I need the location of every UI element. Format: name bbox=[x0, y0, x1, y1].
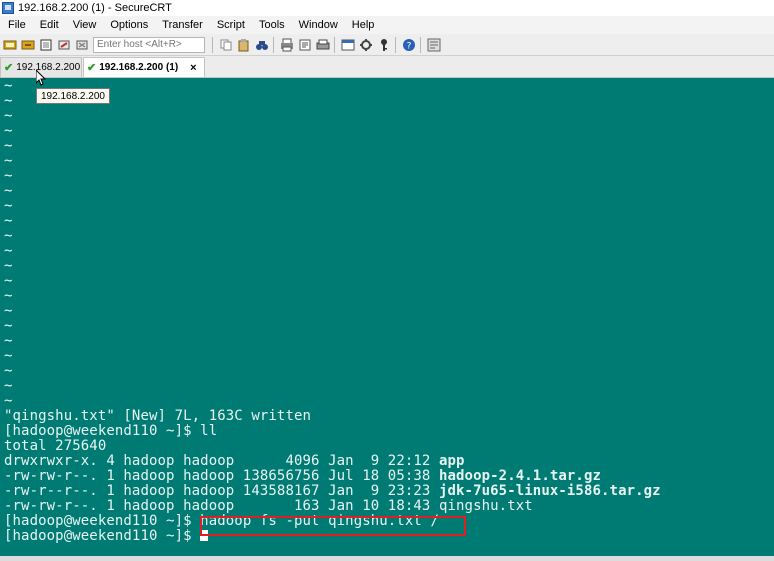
paste-icon[interactable] bbox=[236, 37, 252, 53]
title-bar: 192.168.2.200 (1) - SecureCRT bbox=[0, 0, 774, 16]
menu-transfer[interactable]: Transfer bbox=[154, 19, 209, 31]
listing-meta: -rw-rw-r--. 1 hadoop hadoop 138656756 Ju… bbox=[4, 468, 439, 484]
vim-tilde-line: ~ bbox=[4, 363, 13, 379]
connect-in-tab-icon[interactable] bbox=[38, 37, 54, 53]
listing-name: hadoop-2.4.1.tar.gz bbox=[438, 468, 602, 484]
vim-tilde-line: ~ bbox=[4, 393, 13, 409]
host-input[interactable] bbox=[93, 36, 205, 53]
listing-name: jdk-7u65-linux-i586.tar.gz bbox=[438, 483, 661, 499]
quick-connect-icon[interactable] bbox=[20, 37, 36, 53]
vim-tilde-line: ~ bbox=[4, 198, 13, 214]
listing-row: drwxrwxr-x. 4 hadoop hadoop 4096 Jan 9 2… bbox=[4, 454, 465, 469]
menu-edit[interactable]: Edit bbox=[32, 19, 65, 31]
connect-icon[interactable] bbox=[2, 37, 18, 53]
vim-tilde-line: ~ bbox=[4, 318, 13, 334]
listing-meta: -rw-rw-r--. 1 hadoop hadoop 163 Jan 10 1… bbox=[4, 498, 439, 514]
vim-tilde-line: ~ bbox=[4, 138, 13, 154]
session-tab-bar: ✔ 192.168.2.200 ✔ 192.168.2.200 (1) × bbox=[0, 56, 774, 78]
keymap-icon[interactable] bbox=[426, 37, 442, 53]
print-icon[interactable] bbox=[279, 37, 295, 53]
vim-tilde-line: ~ bbox=[4, 348, 13, 364]
print-setup-icon[interactable] bbox=[315, 37, 331, 53]
shell-prompt: [hadoop@weekend110 ~]$ bbox=[4, 423, 201, 439]
tab-label: 192.168.2.200 bbox=[16, 62, 81, 73]
disconnect-icon[interactable] bbox=[74, 37, 90, 53]
command-ll: ll bbox=[200, 423, 218, 439]
listing-meta: drwxrwxr-x. 4 hadoop hadoop 4096 Jan 9 2… bbox=[4, 453, 439, 469]
vim-tilde-line: ~ bbox=[4, 168, 13, 184]
tab-tooltip: 192.168.2.200 bbox=[36, 88, 110, 104]
listing-name: app bbox=[438, 453, 465, 469]
vim-tilde-line: ~ bbox=[4, 213, 13, 229]
tab-session-2[interactable]: ✔ 192.168.2.200 (1) × bbox=[83, 57, 205, 77]
toolbar-separator bbox=[334, 36, 335, 53]
menu-script[interactable]: Script bbox=[209, 19, 251, 31]
listing-name: qingshu.txt bbox=[438, 498, 533, 514]
listing-row: -rw-r--r--. 1 hadoop hadoop 143588167 Ja… bbox=[4, 484, 661, 499]
help-icon[interactable]: ? bbox=[401, 37, 417, 53]
print-selection-icon[interactable] bbox=[297, 37, 313, 53]
close-tab-icon[interactable]: × bbox=[190, 62, 196, 74]
vim-tilde-line: ~ bbox=[4, 78, 13, 94]
vim-tilde-line: ~ bbox=[4, 153, 13, 169]
status-bar bbox=[0, 556, 774, 561]
securecrt-app-icon bbox=[2, 2, 14, 14]
vim-tilde-line: ~ bbox=[4, 93, 13, 109]
listing-meta: -rw-r--r--. 1 hadoop hadoop 143588167 Ja… bbox=[4, 483, 439, 499]
toolbar-separator bbox=[273, 36, 274, 53]
terminal-line-total: total 275640 bbox=[4, 438, 107, 454]
vim-tilde-line: ~ bbox=[4, 333, 13, 349]
connected-check-icon: ✔ bbox=[87, 62, 97, 74]
svg-text:?: ? bbox=[407, 41, 412, 51]
vim-tilde-line: ~ bbox=[4, 228, 13, 244]
vim-tilde-line: ~ bbox=[4, 288, 13, 304]
session-options-icon[interactable] bbox=[340, 37, 356, 53]
toolbar-separator bbox=[395, 36, 396, 53]
vim-tilde-line: ~ bbox=[4, 123, 13, 139]
mouse-pointer-icon bbox=[35, 68, 47, 86]
toolbar-separator bbox=[212, 36, 213, 53]
key-icon[interactable] bbox=[376, 37, 392, 53]
window-title: 192.168.2.200 (1) - SecureCRT bbox=[18, 2, 172, 14]
menu-bar: File Edit View Options Transfer Script T… bbox=[0, 16, 774, 34]
menu-view[interactable]: View bbox=[65, 19, 103, 31]
vim-tilde-line: ~ bbox=[4, 243, 13, 259]
find-icon[interactable] bbox=[254, 37, 270, 53]
connected-check-icon: ✔ bbox=[4, 62, 14, 74]
menu-help[interactable]: Help bbox=[344, 19, 381, 31]
shell-prompt: [hadoop@weekend110 ~]$ bbox=[4, 513, 201, 529]
terminal-line-current: [hadoop@weekend110 ~]$ bbox=[4, 528, 209, 544]
listing-row: -rw-rw-r--. 1 hadoop hadoop 138656756 Ju… bbox=[4, 469, 601, 484]
vim-tilde-line: ~ bbox=[4, 258, 13, 274]
terminal-line-ll: [hadoop@weekend110 ~]$ ll bbox=[4, 424, 217, 439]
listing-row: -rw-rw-r--. 1 hadoop hadoop 163 Jan 10 1… bbox=[4, 499, 533, 514]
vim-tilde-line: ~ bbox=[4, 273, 13, 289]
menu-options[interactable]: Options bbox=[102, 19, 154, 31]
toolbar-separator bbox=[420, 36, 421, 53]
vim-tilde-line: ~ bbox=[4, 108, 13, 124]
terminal-screen[interactable]: ~ ~ ~ ~ ~ ~ ~ ~ ~ ~ ~ ~ ~ ~ ~ ~ ~ ~ ~ ~ ~ ~ "qingshu.txt" [Ne… bbox=[0, 78, 774, 556]
menu-tools[interactable]: Tools bbox=[251, 19, 291, 31]
menu-file[interactable]: File bbox=[0, 19, 32, 31]
toolbar: ? bbox=[0, 34, 774, 56]
command-highlight-box bbox=[200, 516, 466, 536]
vim-write-message: "qingshu.txt" [New] 7L, 163C written bbox=[4, 408, 312, 424]
tab-label: 192.168.2.200 (1) bbox=[99, 62, 179, 73]
shell-prompt: [hadoop@weekend110 ~]$ bbox=[4, 528, 201, 544]
vim-tilde-line: ~ bbox=[4, 303, 13, 319]
global-options-icon[interactable] bbox=[358, 37, 374, 53]
vim-tilde-line: ~ bbox=[4, 378, 13, 394]
copy-icon[interactable] bbox=[218, 37, 234, 53]
reconnect-icon[interactable] bbox=[56, 37, 72, 53]
vim-tilde-line: ~ bbox=[4, 183, 13, 199]
menu-window[interactable]: Window bbox=[291, 19, 344, 31]
